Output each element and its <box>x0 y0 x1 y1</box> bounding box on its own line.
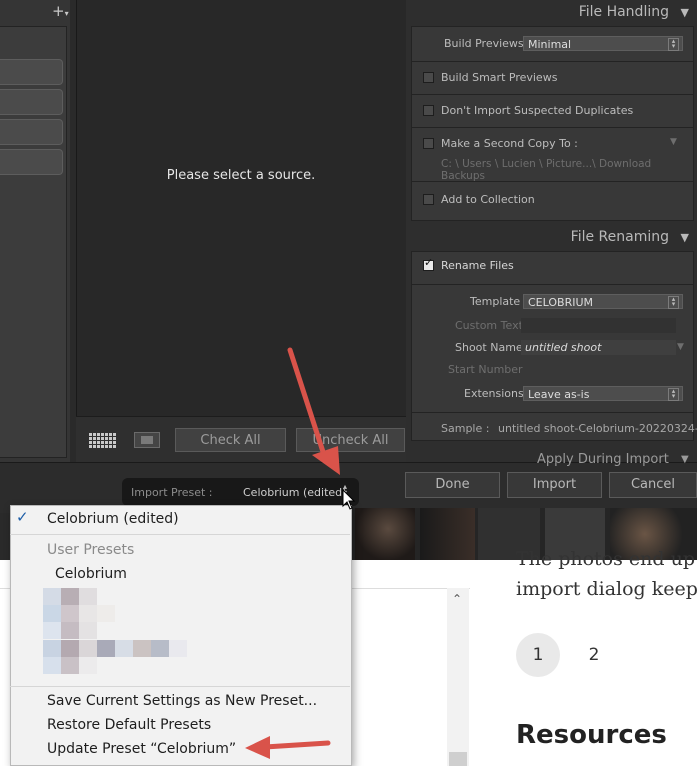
annotation-arrow-icon <box>245 736 331 759</box>
annotation-arrow-icon <box>287 347 340 475</box>
annotation-overlay <box>245 347 356 759</box>
mouse-cursor-icon <box>342 488 356 510</box>
